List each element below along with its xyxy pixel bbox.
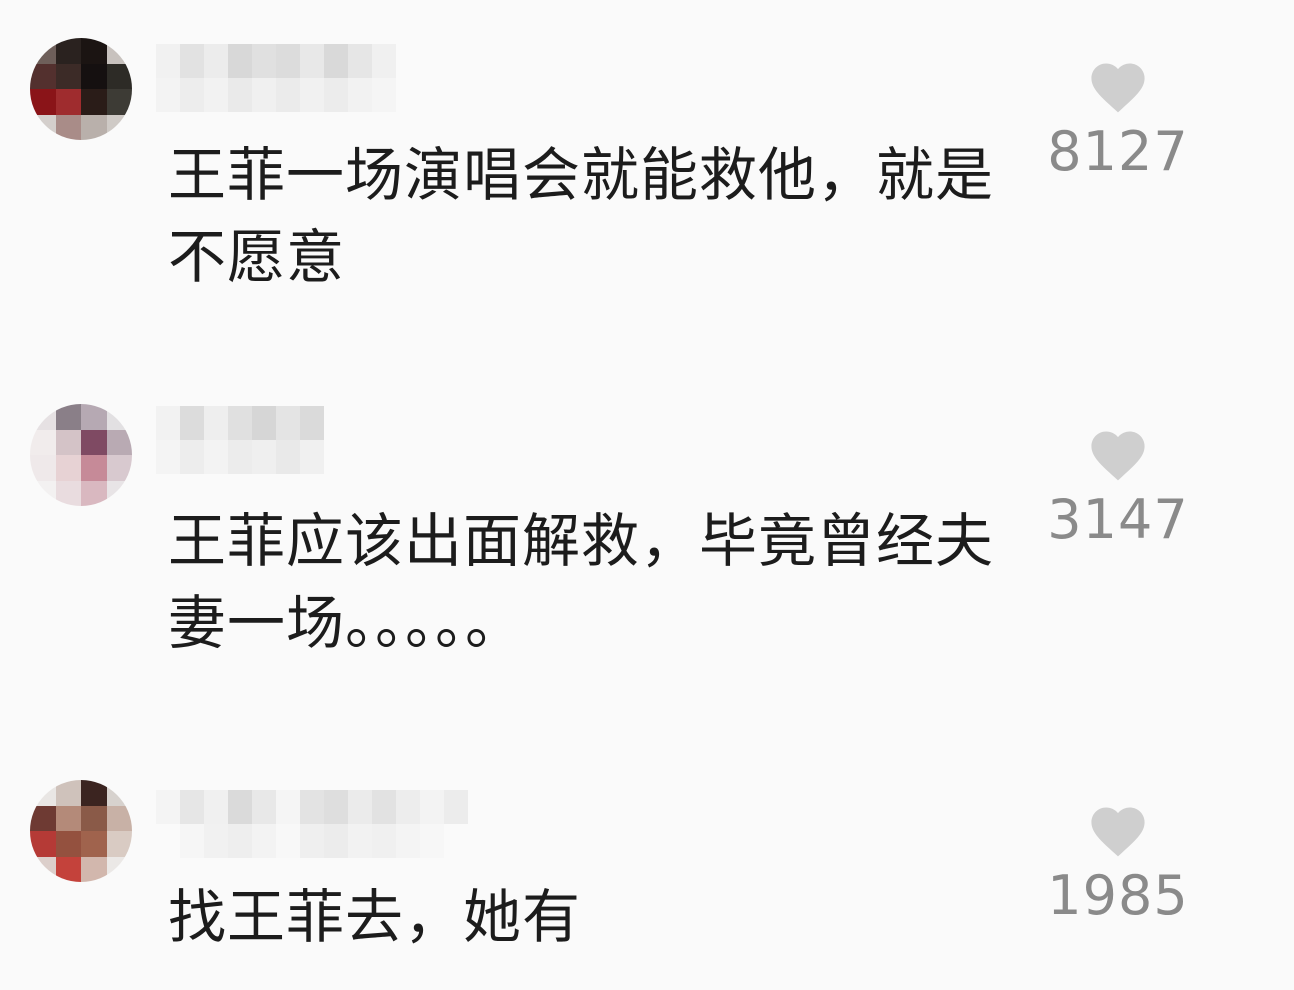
avatar-pixel	[30, 429, 56, 455]
avatar-pixel	[81, 404, 107, 430]
avatar-pixel	[106, 831, 132, 857]
avatar-pixel	[106, 114, 132, 140]
avatar-pixel	[106, 89, 132, 115]
avatar-pixel	[55, 805, 81, 831]
like-count: 3147	[1047, 488, 1189, 551]
avatar-pixel	[30, 780, 56, 806]
comment-text: 王菲应该出面解救，毕竟曾经夫妻一场。。。。。	[168, 507, 995, 657]
avatar-pixel	[81, 856, 107, 882]
avatar[interactable]	[30, 780, 132, 882]
avatar-pixel	[81, 38, 107, 64]
avatar-pixel	[30, 38, 56, 64]
avatar-pixel	[106, 455, 132, 481]
avatar-pixel	[30, 480, 56, 506]
like-count: 8127	[1047, 120, 1189, 183]
heart-icon[interactable]	[1089, 804, 1147, 858]
username-blurred[interactable]	[156, 44, 396, 112]
avatar-pixel	[55, 404, 81, 430]
avatar-pixel	[55, 38, 81, 64]
avatar-pixel	[30, 831, 56, 857]
avatar-pixel	[55, 429, 81, 455]
avatar-pixel	[81, 805, 107, 831]
avatar-pixel	[30, 805, 56, 831]
avatar-pixel	[106, 805, 132, 831]
avatar-pixel	[81, 780, 107, 806]
avatar-pixel	[55, 114, 81, 140]
avatar[interactable]	[30, 404, 132, 506]
avatar-pixel	[55, 89, 81, 115]
comment-text: 王菲一场演唱会就能救他，就是不愿意	[168, 141, 995, 291]
avatar-pixel	[81, 455, 107, 481]
username-blurred[interactable]	[156, 406, 324, 474]
avatar-pixel	[106, 480, 132, 506]
comment-text: 找王菲去，她有	[168, 883, 582, 951]
like-button[interactable]: 8127	[1040, 60, 1196, 183]
avatar-pixel	[106, 780, 132, 806]
username-blurred[interactable]	[156, 790, 468, 858]
avatar-pixel	[30, 455, 56, 481]
avatar-pixel	[55, 455, 81, 481]
like-button[interactable]: 1985	[1040, 804, 1196, 927]
avatar-pixel	[81, 429, 107, 455]
avatar-pixel	[55, 856, 81, 882]
avatar-pixel	[81, 480, 107, 506]
avatar-pixel	[30, 856, 56, 882]
avatar-pixel	[106, 38, 132, 64]
like-button[interactable]: 3147	[1040, 428, 1196, 551]
avatar[interactable]	[30, 38, 132, 140]
avatar-pixel	[30, 89, 56, 115]
avatar-pixel	[55, 831, 81, 857]
avatar-pixel	[81, 63, 107, 89]
avatar-pixel	[106, 856, 132, 882]
avatar-pixel	[106, 429, 132, 455]
avatar-pixel	[81, 114, 107, 140]
avatar-pixel	[55, 63, 81, 89]
heart-icon[interactable]	[1089, 428, 1147, 482]
avatar-pixel	[55, 480, 81, 506]
avatar-pixel	[106, 404, 132, 430]
avatar-pixel	[81, 831, 107, 857]
avatar-pixel	[30, 114, 56, 140]
avatar-pixel	[30, 63, 56, 89]
like-count: 1985	[1047, 864, 1189, 927]
avatar-pixel	[55, 780, 81, 806]
avatar-pixel	[106, 63, 132, 89]
avatar-pixel	[30, 404, 56, 430]
heart-icon[interactable]	[1089, 60, 1147, 114]
avatar-pixel	[81, 89, 107, 115]
